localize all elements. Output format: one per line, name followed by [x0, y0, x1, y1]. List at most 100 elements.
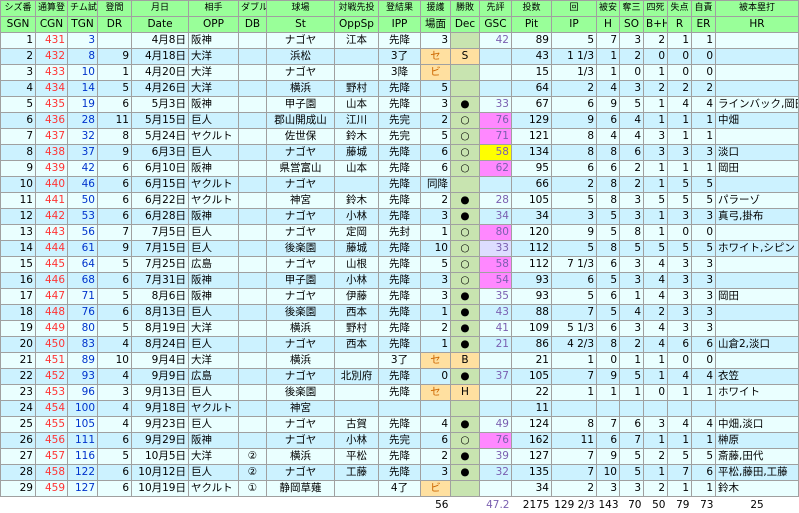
cell-opp: 阪神	[188, 432, 239, 449]
cell-ipp: 先降	[378, 80, 421, 97]
cell-st: 後楽園	[266, 384, 335, 401]
header-sgn: SGN	[0, 16, 36, 33]
cell-sgn: 18	[0, 304, 36, 321]
cell-opp: ヤクルト	[188, 128, 239, 145]
cell-er: 3	[691, 208, 716, 225]
cell-r: 3	[667, 304, 692, 321]
cell-cgn: 452	[35, 368, 68, 385]
cell-cgn: 451	[35, 352, 68, 369]
cell-db: ①	[238, 480, 267, 497]
cell-oppsp: 江川	[334, 112, 379, 129]
cell-r	[667, 400, 692, 417]
cell-st: ナゴヤ	[266, 416, 335, 433]
cell-ip: 7	[551, 448, 597, 465]
cell-so: 2	[619, 176, 644, 193]
cell-ip: 7	[551, 368, 597, 385]
cell-bh: 4	[643, 272, 668, 289]
cell-bh: 1	[643, 224, 668, 241]
table-row: 12 442 53 6 6月28日 阪神 ナゴヤ 小林 先降 3 ● 34 34 3 5 3 1 3 3 真弓,掛布	[0, 208, 799, 225]
cell-db	[238, 144, 267, 161]
cell-gsc	[479, 400, 512, 417]
cell-db	[238, 48, 267, 65]
cell-ipp: 先降	[378, 272, 421, 289]
cell-dec: ●	[450, 304, 480, 321]
cell-db	[238, 208, 267, 225]
cell-pit: 135	[511, 464, 552, 481]
table-row: 24 454 100 4 9月18日 ヤクルト 神宮 11	[0, 400, 799, 417]
app-root: { "header1": ["シズ番","通算登","チム試","登間","月日…	[0, 0, 799, 513]
cell-dec: B	[450, 352, 480, 369]
cell-db	[238, 416, 267, 433]
totals-row: 56 47.2 2175 129 2/3 143 70 50 79 73 25	[0, 496, 799, 513]
cell-cgn: 446	[35, 272, 68, 289]
cell-dr: 6	[97, 160, 132, 177]
cell-cgn: 449	[35, 320, 68, 337]
table-row: 18 448 76 6 8月13日 巨人 後楽園 西本 先降 1 ● 43 88 7 5 4 2 3 3	[0, 304, 799, 321]
cell-er: 6	[691, 336, 716, 353]
cell-h: 1	[596, 64, 620, 81]
table-row: 6 436 28 11 5月15日 巨人 郡山開成山 江川 先完 2 ○ 76 129 9 6 4 1 1 1 中畑	[0, 112, 799, 129]
cell-gsc	[479, 64, 512, 81]
cell-pit: 89	[511, 32, 552, 49]
cell-st: ナゴヤ	[266, 144, 335, 161]
cell-so: 4	[619, 304, 644, 321]
cell-sgn: 2	[0, 48, 36, 65]
cell-h: 9	[596, 368, 620, 385]
cell-tgn: 83	[67, 336, 98, 353]
cell-ip: 5 1/3	[551, 320, 597, 337]
cell-so: 3	[619, 320, 644, 337]
cell-pit: 93	[511, 288, 552, 305]
cell-date: 10月19日	[131, 480, 189, 497]
cell-sup: ビ	[420, 64, 451, 81]
cell-h: 5	[596, 272, 620, 289]
cell-ip: 7	[551, 304, 597, 321]
cell-db	[238, 176, 267, 193]
cell-opp: 巨人	[188, 112, 239, 129]
cell-tgn: 76	[67, 304, 98, 321]
cell-sgn: 26	[0, 432, 36, 449]
header-h: H	[596, 16, 620, 33]
cell-dr	[97, 32, 132, 49]
cell-db	[238, 224, 267, 241]
cell-bh: 5	[643, 192, 668, 209]
cell-db	[238, 320, 267, 337]
table-row: 25 455 105 4 9月23日 巨人 ナゴヤ 古賀 先降 4 ● 49 124 8 7 6 3 4 4 中畑,淡…	[0, 416, 799, 433]
cell-date: 6月3日	[131, 144, 189, 161]
table-row: 3 433 10 1 4月20日 大洋 ナゴヤ 3降ビ 15 1/3 1 0 1 0 0	[0, 64, 799, 81]
cell-dec: ●	[450, 192, 480, 209]
cell-dec	[450, 176, 480, 193]
cell-oppsp: 野村	[334, 320, 379, 337]
cell-dr: 6	[97, 304, 132, 321]
cell-h: 6	[596, 432, 620, 449]
cell-tgn: 50	[67, 192, 98, 209]
cell-ip: 9	[551, 112, 597, 129]
cell-so: 3	[619, 272, 644, 289]
cell-dr: 6	[97, 464, 132, 481]
cell-bh: 4	[643, 320, 668, 337]
total-innings: 129 2/3	[551, 496, 597, 513]
cell-gsc: 35	[479, 288, 512, 305]
cell-pit: 121	[511, 128, 552, 145]
cell-st: ナゴヤ	[266, 336, 335, 353]
header-row-english: SGN CGN TGN DR Date OPP DB St OppSp IPP 場面 Dec GSC Pi…	[0, 16, 799, 33]
cell-r: 1	[667, 160, 692, 177]
cell-date: 4月26日	[131, 80, 189, 97]
cell-oppsp: 小林	[334, 272, 379, 289]
cell-ip: 6	[551, 160, 597, 177]
cell-date: 10月12日	[131, 464, 189, 481]
cell-h: 8	[596, 240, 620, 257]
cell-dr: 10	[97, 352, 132, 369]
cell-ip: 1	[551, 384, 597, 401]
cell-er: 1	[691, 432, 716, 449]
cell-db	[238, 288, 267, 305]
cell-ip: 5	[551, 192, 597, 209]
cell-dec: ●	[450, 96, 480, 113]
cell-sup: 6	[420, 432, 451, 449]
cell-sup: 2	[420, 192, 451, 209]
cell-opp: 阪神	[188, 160, 239, 177]
cell-so: 3	[619, 32, 644, 49]
cell-dr: 6	[97, 208, 132, 225]
cell-cgn: 456	[35, 432, 68, 449]
cell-sgn: 16	[0, 272, 36, 289]
cell-dr: 6	[97, 432, 132, 449]
